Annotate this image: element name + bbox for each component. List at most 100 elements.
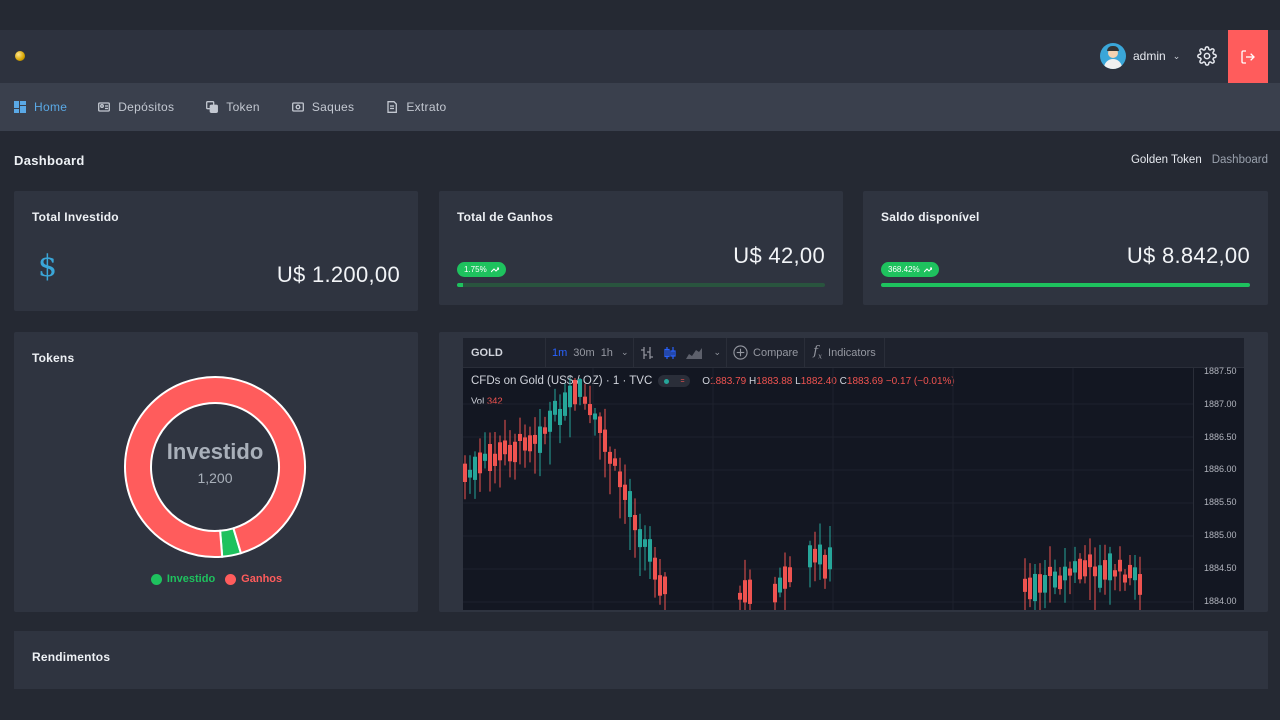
candle-body <box>1098 565 1102 588</box>
donut-slice-ganhos[interactable] <box>124 376 306 558</box>
candle-body <box>618 471 622 488</box>
candle-body <box>1023 578 1027 592</box>
nav-item-depositos[interactable]: Depósitos <box>98 83 174 131</box>
candle-body <box>653 557 657 580</box>
card-title: Total de Ganhos <box>457 210 554 224</box>
price-tick-label: 1886.50 <box>1204 431 1237 442</box>
nav-item-saques[interactable]: Saques <box>291 83 355 131</box>
candle-body <box>1063 566 1067 581</box>
candle-body <box>528 435 532 452</box>
username: admin <box>1133 49 1166 63</box>
price-tick-label: 1887.00 <box>1204 398 1237 409</box>
price-tick-label: 1887.50 <box>1204 366 1237 376</box>
nav-item-label: Saques <box>311 100 355 114</box>
candle-body <box>738 592 742 600</box>
legend-item[interactable]: Investido <box>150 573 215 585</box>
candle-body <box>658 575 662 596</box>
candle-body <box>1093 566 1097 577</box>
candle-body <box>778 577 782 593</box>
candle-body <box>583 396 587 404</box>
nav-item-home[interactable]: Home <box>14 83 67 131</box>
candle-body <box>513 441 517 463</box>
user-menu[interactable]: admin ⌄ <box>1100 43 1180 69</box>
price-tick-label: 1884.00 <box>1204 595 1237 606</box>
card-value: U$ 8.842,00 <box>1126 243 1250 268</box>
card-value: U$ 1.200,00 <box>276 262 400 287</box>
avatar <box>1100 43 1126 69</box>
legend-item[interactable]: Ganhos <box>225 573 282 585</box>
tradingview-widget[interactable]: GOLD 1m 30m 1h ⌄ ⌄ Compare fx Indicators… <box>463 338 1244 610</box>
candle-body <box>633 515 637 531</box>
candle-body <box>533 434 537 444</box>
page-title: Dashboard <box>14 153 85 168</box>
candle-body <box>593 413 597 420</box>
candle-body <box>1028 577 1032 600</box>
logo-icon[interactable] <box>15 51 25 61</box>
candle-body <box>663 576 667 595</box>
main-nav: Home Depósitos Token Saques Extrato <box>0 83 1280 131</box>
candle-body <box>463 463 467 482</box>
trend-up-icon <box>923 267 932 272</box>
candle-body <box>1033 573 1037 602</box>
candle-body <box>1053 571 1057 588</box>
donut-center-label: Investido <box>167 439 264 464</box>
candle-body <box>563 392 567 416</box>
badge-text: 368.42% <box>888 265 920 274</box>
card-title: Saldo disponível <box>881 210 980 224</box>
candle-body <box>643 539 647 547</box>
status-badge: 368.42% <box>881 262 939 277</box>
card-title: Total Investido <box>32 210 119 224</box>
badge-text: 1.75% <box>464 265 487 274</box>
progress-bar <box>881 283 1250 287</box>
breadcrumb: Golden Token Dashboard <box>1131 154 1268 166</box>
candle-body <box>578 379 582 397</box>
chevron-down-icon: ⌄ <box>1172 50 1181 61</box>
candle-body <box>828 547 832 570</box>
candle-body <box>468 469 472 478</box>
price-tick-label: 1886.00 <box>1204 464 1237 475</box>
candle-body <box>598 416 602 433</box>
nav-item-extrato[interactable]: Extrato <box>386 83 446 131</box>
candle-body <box>523 437 527 451</box>
candle-body <box>628 491 632 518</box>
candle-body <box>1083 560 1087 577</box>
progress-bar <box>457 283 825 287</box>
candle-body <box>1118 559 1122 572</box>
price-tick-label: 1884.50 <box>1204 562 1237 573</box>
candle-body <box>623 484 627 500</box>
donut-center-value: 1,200 <box>197 470 232 486</box>
candle-body <box>783 566 787 589</box>
candle-body <box>488 443 492 472</box>
candle-body <box>1038 574 1042 593</box>
candle-body <box>1133 567 1137 581</box>
candle-body <box>1073 561 1077 573</box>
candle-body <box>548 410 552 432</box>
legend-swatch <box>150 573 162 585</box>
top-strip <box>0 0 1280 30</box>
candle-body <box>773 583 777 603</box>
candle-body <box>553 400 557 415</box>
candle-body <box>538 426 542 453</box>
candle-body <box>1113 570 1117 577</box>
candle-body <box>613 458 617 466</box>
candle-body <box>1078 558 1082 580</box>
candle-body <box>603 429 607 452</box>
price-axis[interactable]: 1887.50 1887.00 1886.50 1886.00 1885.50 1885.… <box>1193 366 1244 610</box>
candle-body <box>1103 560 1107 580</box>
candle-body <box>558 408 562 426</box>
app-header: admin ⌄ <box>0 30 1280 83</box>
logout-button[interactable] <box>1228 30 1268 83</box>
trend-up-icon <box>490 267 499 272</box>
candle-body <box>743 580 747 603</box>
logout-icon <box>1241 49 1255 64</box>
nav-item-label: Home <box>34 100 68 114</box>
candle-body <box>638 529 642 548</box>
candlestick-plot[interactable] <box>463 338 1193 610</box>
nav-item-token[interactable]: Token <box>206 83 260 131</box>
candle-body <box>813 548 817 563</box>
card-total-ganhos: Total de Ganhos U$ 42,00 1.75% <box>439 191 843 305</box>
gear-icon[interactable] <box>1197 46 1217 66</box>
candle-body <box>823 554 827 579</box>
breadcrumb-item[interactable]: Golden Token <box>1131 154 1202 166</box>
candle-body <box>568 385 572 408</box>
